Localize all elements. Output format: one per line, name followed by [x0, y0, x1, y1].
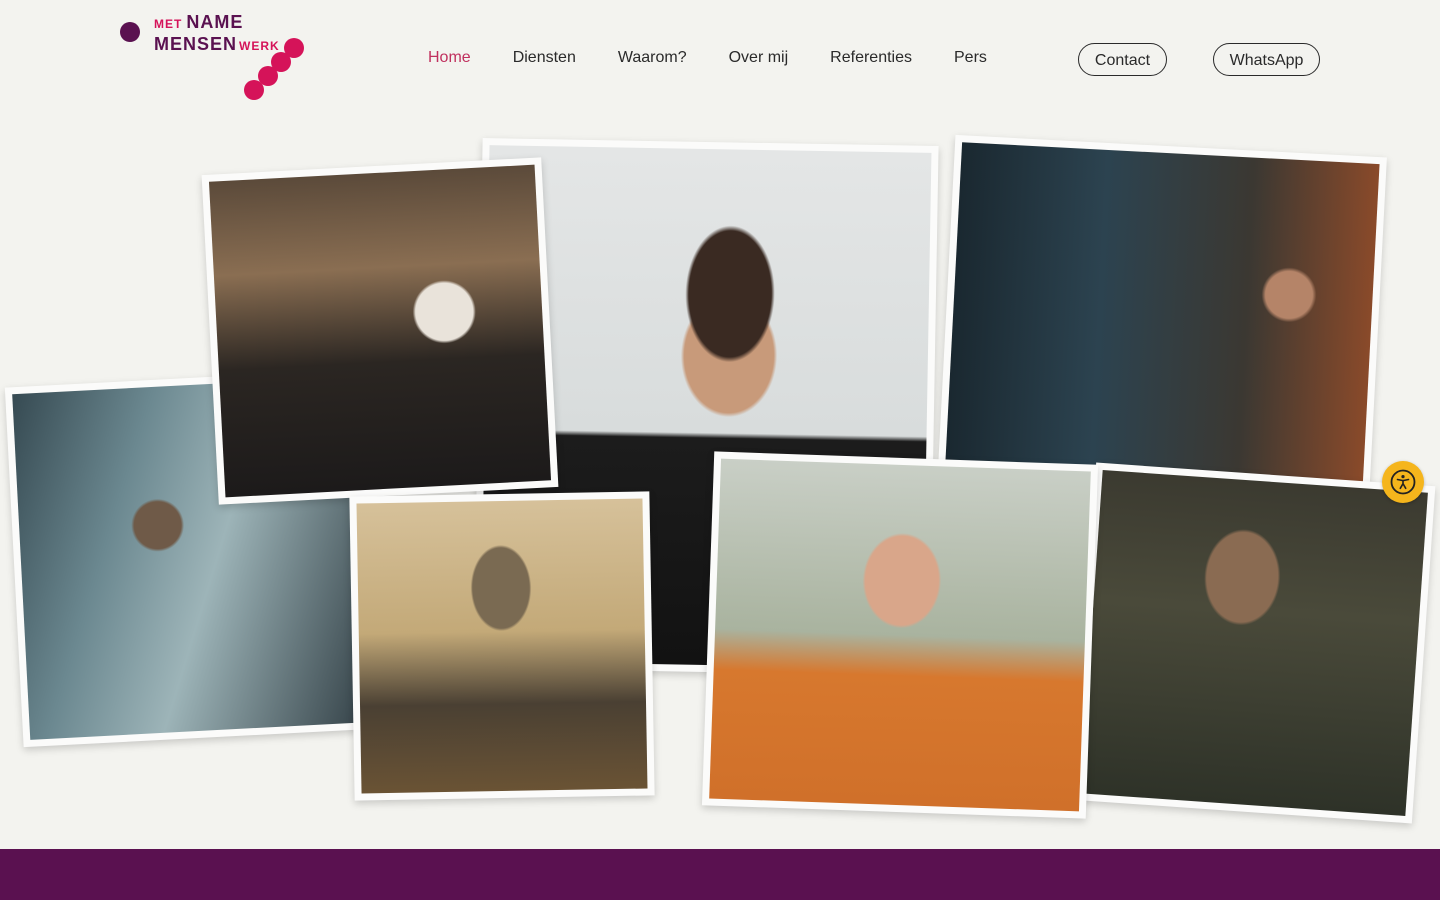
logo-met: MET	[154, 17, 183, 31]
logo-dot	[120, 22, 140, 42]
logo-dot	[284, 38, 304, 58]
nav-home[interactable]: Home	[428, 49, 471, 67]
nav-diensten[interactable]: Diensten	[513, 49, 576, 67]
nav-waarom[interactable]: Waarom?	[618, 49, 687, 67]
nav-referenties[interactable]: Referenties	[830, 49, 912, 67]
photo-man-on-phone	[701, 451, 1099, 819]
nav-over-mij[interactable]: Over mij	[729, 49, 789, 67]
accessibility-icon	[1390, 469, 1416, 495]
main-navigation: Home Diensten Waarom? Over mij Referenti…	[428, 49, 1029, 67]
photo-curly-man	[1072, 462, 1436, 824]
whatsapp-button[interactable]: WhatsApp	[1213, 43, 1320, 76]
photo-blurred-man	[349, 491, 655, 801]
site-logo[interactable]: MET NAME MENSEN WERK	[118, 12, 318, 108]
logo-text-line1: MET NAME	[154, 12, 243, 33]
logo-name: NAME	[186, 12, 244, 32]
nav-pers[interactable]: Pers	[954, 49, 987, 67]
logo-mensen: MENSEN	[154, 34, 238, 54]
contact-button[interactable]: Contact	[1078, 43, 1167, 76]
section-band	[0, 849, 1440, 900]
photo-team-wheelchair	[201, 157, 559, 505]
accessibility-button[interactable]	[1382, 461, 1424, 503]
logo-text-line2: MENSEN WERK	[154, 34, 280, 55]
photo-speaker-wheelchair	[937, 134, 1387, 510]
logo-werk: WERK	[239, 39, 280, 53]
